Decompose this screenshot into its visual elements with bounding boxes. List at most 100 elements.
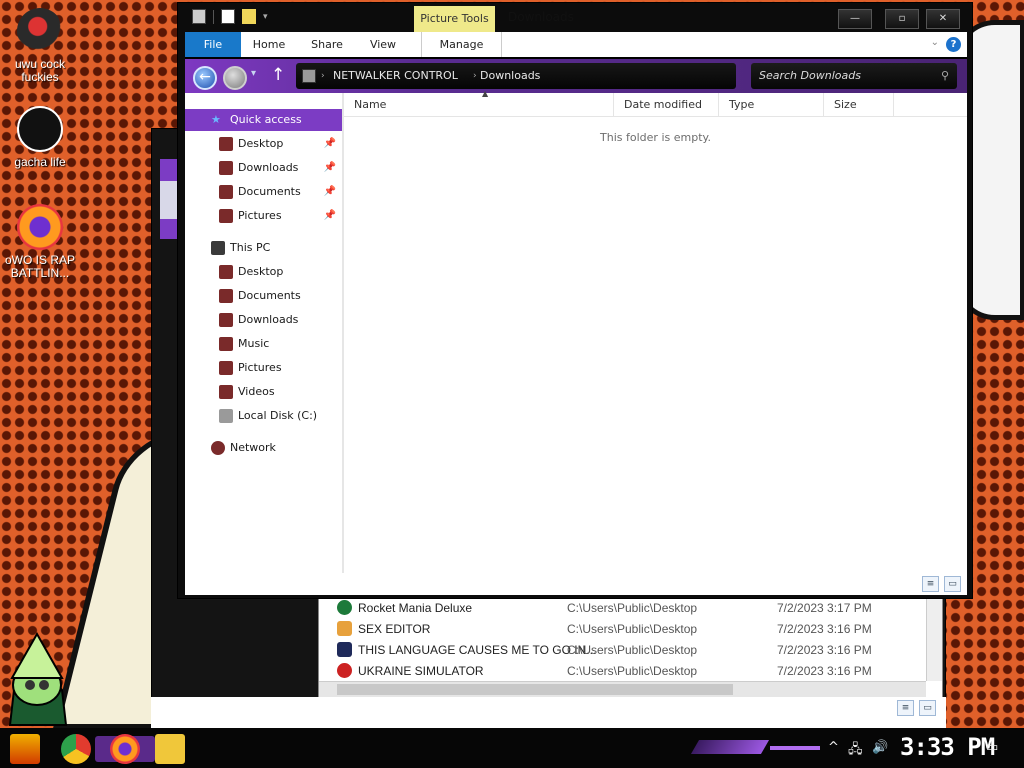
- back-window-statusbar: ≡ ▭: [151, 697, 946, 728]
- network-tray-icon[interactable]: 🖧: [848, 740, 863, 762]
- sidebar-item-music[interactable]: Music: [185, 333, 342, 355]
- pictures-icon: [219, 209, 233, 223]
- file-explorer-icon[interactable]: [155, 734, 185, 764]
- search-icon[interactable]: ⚲: [941, 63, 949, 89]
- tab-file[interactable]: File: [185, 32, 241, 57]
- desktop-icon-uwu[interactable]: uwu cock fuckies: [2, 8, 78, 84]
- search-input[interactable]: Search Downloads ⚲: [751, 63, 957, 89]
- breadcrumb-current[interactable]: Downloads: [480, 63, 540, 89]
- sidebar-item-pc-documents[interactable]: Documents: [185, 285, 342, 307]
- pin-icon[interactable]: 📌: [324, 181, 336, 203]
- desktop-icon-gacha-life[interactable]: gacha life: [2, 106, 78, 169]
- sidebar-item-network[interactable]: Network: [185, 437, 342, 459]
- large-icons-view-icon[interactable]: ▭: [944, 576, 961, 592]
- search-placeholder: Search Downloads: [759, 69, 861, 82]
- list-item[interactable]: THIS LANGUAGE CAUSES ME TO GO IN... C:\U…: [319, 639, 926, 660]
- chevron-up-icon[interactable]: ^: [828, 740, 839, 755]
- desktop-icon-owo[interactable]: oWO IS RAP BATTLIN...: [2, 204, 78, 280]
- tab-share[interactable]: Share: [305, 32, 349, 57]
- list-item[interactable]: Rocket Mania Deluxe C:\Users\Public\Desk…: [319, 597, 926, 618]
- address-bar: ← ▾ ↑ › NETWALKER CONTROL › Downloads Se…: [185, 57, 967, 93]
- column-name[interactable]: Name: [344, 93, 614, 117]
- file-list[interactable]: Name Date modified Type Size ▲ This fold…: [344, 89, 967, 573]
- sidebar-item-label: Documents: [238, 185, 301, 198]
- sidebar-item-downloads[interactable]: Downloads 📌: [185, 157, 342, 179]
- sidebar-item-label: Downloads: [238, 313, 299, 326]
- breadcrumb[interactable]: › NETWALKER CONTROL › Downloads: [296, 63, 736, 89]
- item-name: UKRAINE SIMULATOR: [358, 664, 484, 678]
- pictures-icon: [219, 361, 233, 375]
- desktop-icon: [219, 137, 233, 151]
- sidebar-item-label: Desktop: [238, 137, 284, 150]
- close-button[interactable]: ✕: [926, 9, 960, 29]
- tab-manage[interactable]: Manage: [421, 32, 502, 57]
- volume-icon[interactable]: 🔊: [872, 740, 888, 755]
- pin-icon[interactable]: 📌: [324, 157, 336, 179]
- desktop-icon-label: gacha life: [14, 155, 66, 169]
- documents-icon: [219, 185, 233, 199]
- downloads-icon: [219, 313, 233, 327]
- help-icon[interactable]: ?: [946, 37, 961, 52]
- item-name: Rocket Mania Deluxe: [358, 601, 473, 615]
- downloads-icon: [219, 161, 233, 175]
- properties-icon[interactable]: [221, 9, 235, 24]
- list-item[interactable]: SEX EDITOR C:\Users\Public\Desktop 7/2/2…: [319, 618, 926, 639]
- notification-icon[interactable]: ▭: [986, 740, 998, 755]
- computer-icon: [211, 241, 225, 255]
- column-type[interactable]: Type: [719, 93, 824, 117]
- sidebar-item-pc-pictures[interactable]: Pictures: [185, 357, 342, 379]
- scrollbar-thumb[interactable]: [337, 684, 733, 695]
- minimize-button[interactable]: —: [838, 9, 872, 29]
- tab-view[interactable]: View: [361, 32, 405, 57]
- large-icons-view-icon[interactable]: ▭: [919, 700, 936, 716]
- column-date-modified[interactable]: Date modified: [614, 93, 719, 117]
- taskbar-decoration: [690, 740, 770, 754]
- sidebar-item-pc-downloads[interactable]: Downloads: [185, 309, 342, 331]
- chevron-right-icon[interactable]: ›: [473, 63, 477, 89]
- horizontal-scrollbar[interactable]: [319, 681, 926, 697]
- sidebar-item-documents[interactable]: Documents 📌: [185, 181, 342, 203]
- search-results-list[interactable]: Rocket Mania Deluxe C:\Users\Public\Desk…: [318, 592, 943, 698]
- tab-home[interactable]: Home: [247, 32, 291, 57]
- list-item[interactable]: UKRAINE SIMULATOR C:\Users\Public\Deskto…: [319, 660, 926, 681]
- pin-icon[interactable]: 📌: [324, 205, 336, 227]
- item-date: 7/2/2023 3:16 PM: [777, 643, 872, 657]
- details-view-icon[interactable]: ≡: [922, 576, 939, 592]
- recent-locations-icon[interactable]: ▾: [251, 68, 256, 79]
- firefox-icon[interactable]: [110, 734, 140, 764]
- sidebar-item-quick-access[interactable]: ★ Quick access: [185, 109, 342, 131]
- forward-button[interactable]: [223, 66, 247, 90]
- folder-icon[interactable]: [192, 9, 206, 24]
- up-button[interactable]: ↑: [271, 65, 285, 85]
- chrome-icon[interactable]: [61, 734, 91, 764]
- pin-icon[interactable]: 📌: [324, 133, 336, 155]
- sidebar-item-pictures[interactable]: Pictures 📌: [185, 205, 342, 227]
- expand-ribbon-icon[interactable]: ⌄: [931, 37, 939, 48]
- sidebar-item-videos[interactable]: Videos: [185, 381, 342, 403]
- navigation-pane: ★ Quick access Desktop 📌 Downloads 📌 Doc…: [185, 93, 342, 573]
- peridot-character-icon: [8, 631, 68, 726]
- details-view-icon[interactable]: ≡: [897, 700, 914, 716]
- customize-qat-icon[interactable]: ▾: [263, 12, 268, 22]
- firefox-icon: [17, 204, 63, 250]
- new-folder-icon[interactable]: [242, 9, 256, 24]
- chevron-right-icon[interactable]: ›: [321, 63, 325, 89]
- sidebar-item-desktop[interactable]: Desktop 📌: [185, 133, 342, 155]
- vertical-scrollbar[interactable]: [926, 593, 942, 681]
- title-bar: ▾ Picture Tools Downloads — ▫ ✕: [178, 3, 972, 33]
- sidebar-item-pc-desktop[interactable]: Desktop: [185, 261, 342, 283]
- column-size[interactable]: Size: [824, 93, 894, 117]
- sidebar-item-this-pc[interactable]: This PC: [185, 237, 342, 259]
- sidebar-item-local-disk[interactable]: Local Disk (C:): [185, 405, 342, 427]
- breadcrumb-root[interactable]: NETWALKER CONTROL: [333, 63, 458, 89]
- item-date: 7/2/2023 3:17 PM: [777, 601, 872, 615]
- sidebar-item-label: Downloads: [238, 161, 299, 174]
- start-icon[interactable]: [10, 734, 40, 764]
- back-button[interactable]: ←: [193, 66, 217, 90]
- radiation-icon: [337, 663, 352, 678]
- explorer-window: ▾ Picture Tools Downloads — ▫ ✕ File Hom…: [177, 2, 973, 599]
- sidebar-item-label: Pictures: [238, 209, 282, 222]
- maximize-button[interactable]: ▫: [885, 9, 919, 29]
- sidebar-item-label: Music: [238, 337, 270, 350]
- clock[interactable]: 3:33 PM: [900, 733, 995, 761]
